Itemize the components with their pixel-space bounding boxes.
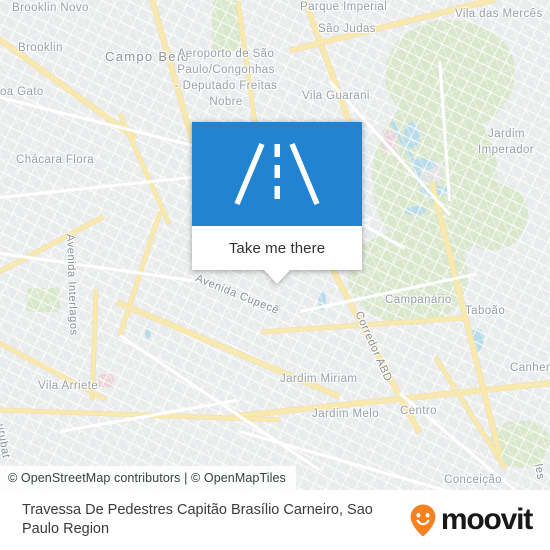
take-me-there-button[interactable]: Take me there bbox=[192, 226, 362, 270]
moovit-map-screenshot: Brooklin Novo Parque Imperial Vila das Mer… bbox=[0, 0, 550, 550]
moovit-wordmark: moovit bbox=[440, 503, 533, 536]
footer-bar: Travessa De Pedestres Capitão Brasílio C… bbox=[0, 490, 550, 550]
location-title: Travessa De Pedestres Capitão Brasílio C… bbox=[22, 502, 373, 537]
take-me-there-popup[interactable]: Take me there bbox=[192, 122, 362, 284]
moovit-logo[interactable]: moovit bbox=[408, 503, 533, 537]
road-perspective-icon bbox=[234, 142, 320, 206]
map-canvas[interactable]: Brooklin Novo Parque Imperial Vila das Mer… bbox=[0, 0, 550, 490]
moovit-smiley-pin-icon bbox=[410, 504, 436, 537]
map-attribution[interactable]: © OpenStreetMap contributors | © OpenMap… bbox=[0, 466, 296, 490]
popup-image-panel bbox=[192, 122, 362, 226]
popup-pointer-tail bbox=[264, 270, 290, 284]
